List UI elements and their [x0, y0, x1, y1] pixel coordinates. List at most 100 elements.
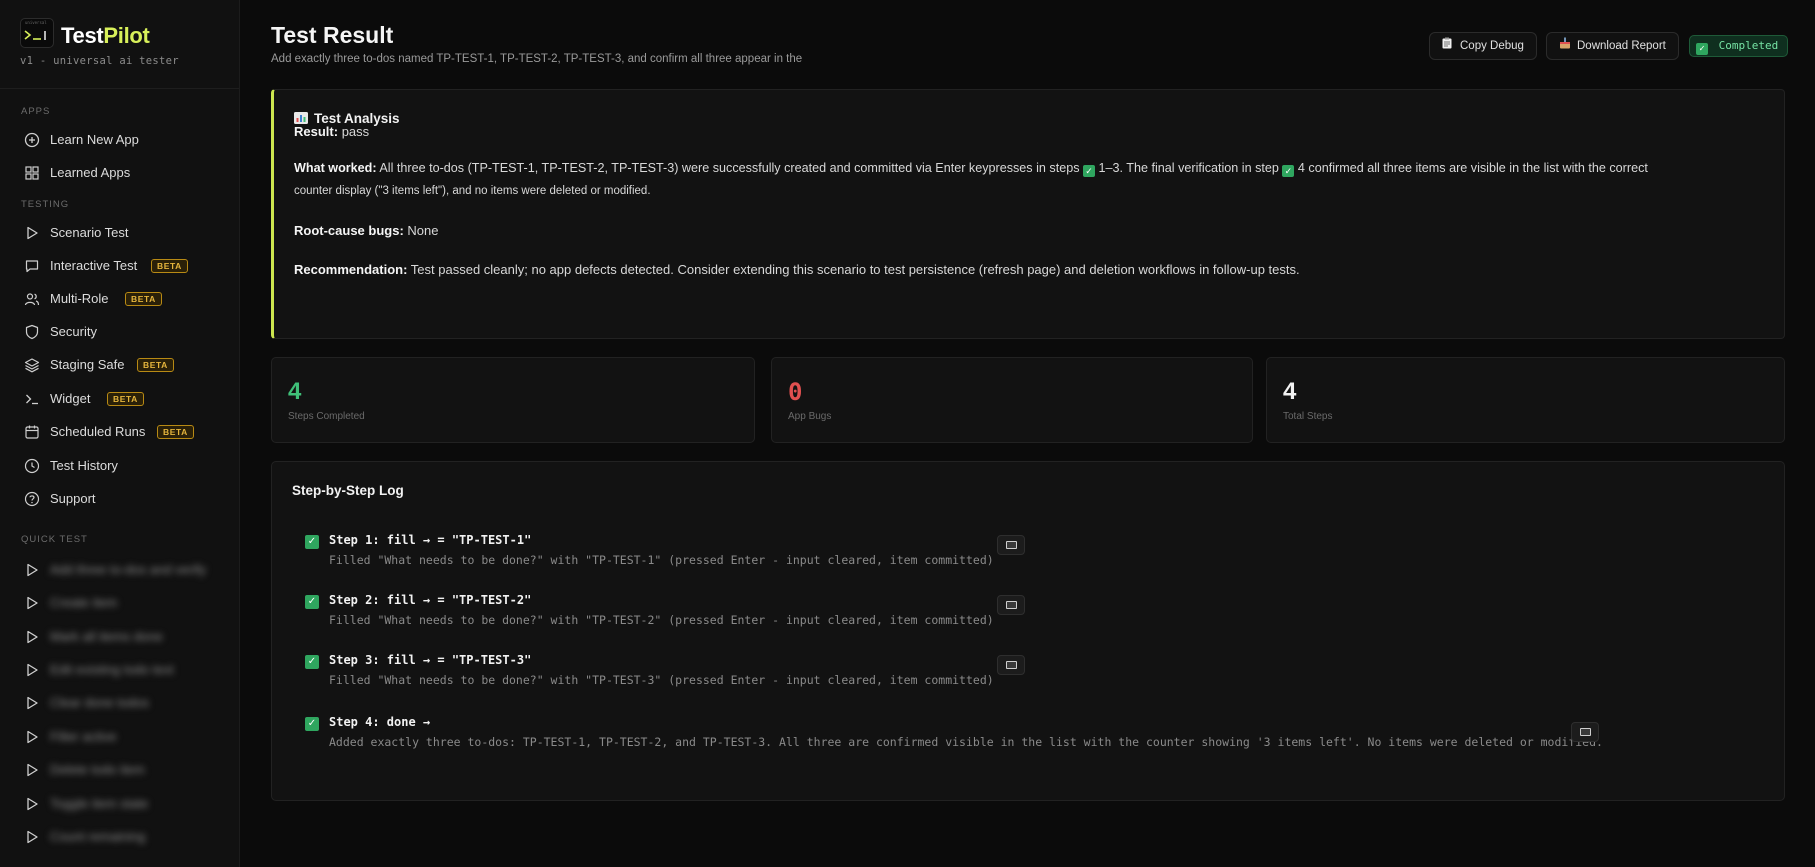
download-report-label: Download Report: [1577, 40, 1666, 52]
stat-label: App Bugs: [788, 411, 832, 422]
quick-test-label: Mark all items done: [50, 629, 163, 644]
quick-test-item[interactable]: Edit existing todo text: [12, 655, 230, 685]
play-icon: [27, 730, 38, 744]
check-icon: ✓: [1282, 165, 1295, 177]
play-icon: [27, 696, 38, 710]
quick-test-item[interactable]: Create item: [12, 588, 230, 618]
sidebar-item-staging-safe[interactable]: Staging Safe BETA: [12, 350, 230, 380]
quick-test-item[interactable]: Mark all items done: [12, 622, 230, 652]
sidebar-item-scheduled-runs[interactable]: Scheduled Runs BETA: [12, 417, 230, 447]
sidebar-item-multi-role[interactable]: Multi-Role BETA: [12, 284, 230, 314]
quick-test-item[interactable]: Clear done todos: [12, 688, 230, 718]
sidebar-item-label: Widget: [50, 391, 91, 406]
stat-card-app-bugs: 0 App Bugs: [771, 357, 1253, 443]
logo-icon: universal: [20, 18, 54, 48]
check-icon: ✓: [1083, 165, 1096, 177]
sidebar-item-label: Interactive Test: [50, 258, 138, 273]
quick-test-label: Create item: [50, 595, 118, 610]
sidebar-item-learn-new-app[interactable]: Learn New App: [12, 125, 230, 155]
play-icon: [27, 830, 38, 844]
quick-test-item[interactable]: Add three to-dos and verify: [12, 555, 230, 585]
check-icon: ✓: [1696, 43, 1708, 55]
page-subtitle: Add exactly three to-dos named TP-TEST-1…: [271, 53, 803, 65]
step-description: Filled "What needs to be done?" with "TP…: [329, 613, 994, 627]
root-cause-label: Root-cause bugs:: [294, 223, 404, 238]
step-title: Step 4: done →: [329, 715, 431, 729]
step-title: Step 1: fill → = "TP-TEST-1": [329, 533, 532, 547]
quick-test-item[interactable]: Count remaining: [12, 822, 230, 852]
analysis-what-worked: What worked: All three to-dos (TP-TEST-1…: [294, 156, 1774, 180]
quick-test-label: Add three to-dos and verify: [50, 562, 207, 577]
copy-debug-button[interactable]: Copy Debug: [1429, 32, 1537, 60]
quick-test-label: Delete todo item: [50, 762, 145, 777]
image-icon: [1580, 728, 1591, 736]
sidebar-item-widget[interactable]: Widget BETA: [12, 384, 230, 414]
step-log-card: Step-by-Step Log ✓ Step 1: fill → = "TP-…: [271, 461, 1785, 801]
check-icon: ✓: [305, 655, 319, 669]
screenshot-button[interactable]: [1571, 722, 1599, 742]
what-worked-label: What worked:: [294, 161, 377, 175]
stat-card-total-steps: 4 Total Steps: [1266, 357, 1785, 443]
root-cause-value: None: [407, 223, 439, 238]
recommendation-label: Recommendation:: [294, 262, 408, 277]
quick-test-item[interactable]: Filter active: [12, 722, 230, 752]
download-report-button[interactable]: Download Report: [1546, 32, 1679, 60]
step-log-item: ✓ Step 1: fill → = "TP-TEST-1" Filled "W…: [305, 532, 1045, 582]
image-icon: [1006, 661, 1017, 669]
clipboard-icon: [1442, 34, 1454, 60]
sidebar-item-label: Test History: [50, 458, 118, 473]
screenshot-button[interactable]: [997, 595, 1025, 615]
quick-test-item[interactable]: Delete todo item: [12, 755, 230, 785]
screenshot-button[interactable]: [997, 655, 1025, 675]
users-icon: [24, 293, 40, 306]
sidebar-item-security[interactable]: Security: [12, 317, 230, 347]
image-icon: [1006, 601, 1017, 609]
check-icon: ✓: [305, 595, 319, 609]
page-title: Test Result: [271, 22, 394, 48]
image-icon: [1006, 541, 1017, 549]
beta-badge: BETA: [137, 358, 174, 372]
brand-name-part2: Pilot: [103, 23, 150, 48]
shield-icon: [25, 324, 39, 340]
sidebar-item-label: Learn New App: [50, 132, 139, 147]
play-icon: [27, 563, 38, 577]
section-label-apps: APPS: [21, 106, 51, 117]
result-label: Result:: [294, 124, 339, 139]
quick-test-label: Edit existing todo text: [50, 662, 174, 677]
brand-name: TestPilot: [61, 23, 150, 49]
stat-value: 4: [1283, 378, 1297, 405]
step-title: Step 2: fill → = "TP-TEST-2": [329, 593, 532, 607]
screenshot-button[interactable]: [997, 535, 1025, 555]
download-icon: [1559, 34, 1571, 60]
copy-debug-label: Copy Debug: [1460, 40, 1524, 52]
section-label-testing: TESTING: [21, 199, 70, 210]
test-analysis-card: Test Analysis Result: pass What worked: …: [271, 89, 1785, 339]
quick-test-label: Toggle item state: [50, 796, 149, 811]
sidebar-item-learned-apps[interactable]: Learned Apps: [12, 158, 230, 188]
help-circle-icon: [24, 491, 40, 507]
quick-test-label: Filter active: [50, 729, 117, 744]
result-value: pass: [341, 124, 370, 139]
sidebar-item-label: Scenario Test: [50, 225, 129, 240]
sidebar-item-support[interactable]: Support: [12, 484, 230, 514]
brand[interactable]: universal TestPilot v1 - universal ai te…: [20, 18, 230, 74]
step-description: Added exactly three to-dos: TP-TEST-1, T…: [329, 735, 1603, 749]
step-log-item: ✓ Step 3: fill → = "TP-TEST-3" Filled "W…: [305, 652, 1045, 702]
layers-icon: [24, 358, 40, 373]
play-icon: [27, 630, 38, 644]
terminal-icon: [26, 394, 38, 405]
step-log-item: ✓ Step 4: done → Added exactly three to-…: [305, 714, 1605, 764]
what-worked-text-1: All three to-dos (TP-TEST-1, TP-TEST-2, …: [379, 161, 1080, 175]
sidebar-item-test-history[interactable]: Test History: [12, 451, 230, 481]
check-icon: ✓: [305, 717, 319, 731]
clock-icon: [24, 458, 40, 474]
stat-label: Steps Completed: [288, 411, 365, 422]
recommendation-value: Test passed cleanly; no app defects dete…: [410, 262, 1300, 277]
quick-test-item[interactable]: Toggle item state: [12, 789, 230, 819]
sidebar-item-scenario-test[interactable]: Scenario Test: [12, 218, 230, 248]
sidebar-item-interactive-test[interactable]: Interactive Test BETA: [12, 251, 230, 281]
sidebar-divider: [0, 88, 239, 89]
sidebar-item-label: Learned Apps: [50, 165, 131, 180]
sidebar-item-label: Support: [50, 491, 96, 506]
step-log-item: ✓ Step 2: fill → = "TP-TEST-2" Filled "W…: [305, 592, 1045, 642]
